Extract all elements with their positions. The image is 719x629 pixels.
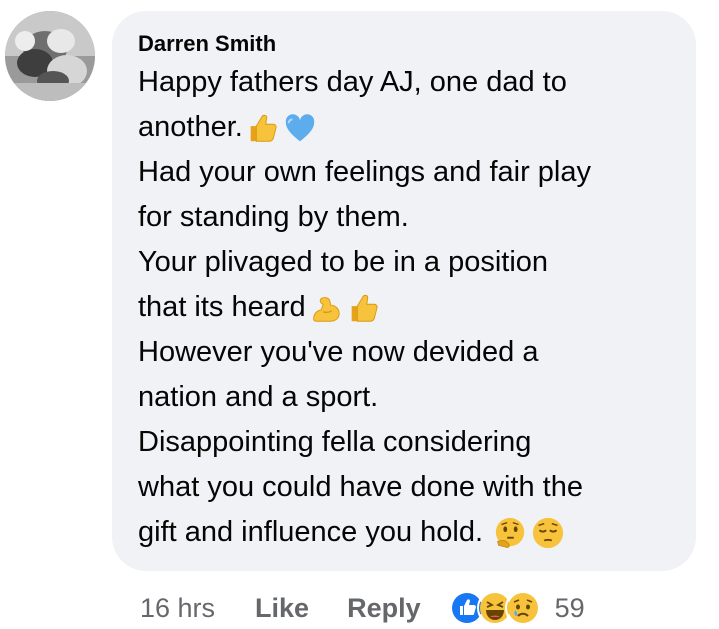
comment-line: Your plivaged to be in a position [138, 240, 672, 285]
comment-line-text: what you could have done with the [138, 471, 583, 503]
reply-button[interactable]: Reply [347, 593, 421, 624]
pensive-face-emoji [531, 516, 565, 550]
comment-line: Disappointing fella considering [138, 420, 672, 465]
avatar[interactable] [5, 11, 95, 101]
avatar-photo [5, 11, 95, 101]
comment-line: Had your own feelings and fair play [138, 150, 672, 195]
comment-actions: 16 hrs Like Reply 59 [140, 588, 585, 628]
comment-line-text: Your plivaged to be in a position [138, 246, 549, 278]
comment-line: what you could have done with the [138, 465, 672, 510]
blue-heart-emoji [283, 111, 317, 145]
comment-bubble: Darren Smith Happy fathers day AJ, one d… [112, 11, 696, 571]
thumbs-up-emoji [245, 111, 279, 145]
sad-reaction-icon [504, 590, 541, 626]
comment-line-text: nation and a sport. [138, 381, 379, 413]
reaction-count: 59 [554, 592, 585, 623]
comment-line: another. [138, 105, 672, 150]
reaction-icons [448, 590, 541, 626]
flexed-biceps-emoji [308, 291, 342, 325]
comment-line: for standing by them. [138, 195, 672, 240]
reaction-summary[interactable]: 59 [448, 590, 585, 626]
comment-timestamp[interactable]: 16 hrs [140, 593, 215, 624]
comment-body: Happy fathers day AJ, one dad to another.… [138, 60, 672, 555]
comment-line-text: Disappointing fella considering [138, 426, 532, 458]
comment-line-text: Had your own feelings and fair play [138, 156, 591, 188]
comment-line-text: Happy fathers day AJ, one dad to [138, 66, 567, 98]
thinking-face-emoji [493, 516, 527, 550]
comment-author[interactable]: Darren Smith [138, 30, 672, 58]
comment-line-text: for standing by them. [138, 201, 409, 233]
comment-line-text: another. [138, 111, 243, 143]
like-button[interactable]: Like [255, 593, 309, 624]
comment-line-text: However you've now devided a [138, 336, 539, 368]
comment-line: that its heard [138, 285, 672, 330]
comment-line-text: that its heard [138, 291, 306, 323]
comment-line: However you've now devided a [138, 330, 672, 375]
comment-line-text: gift and influence you hold. [138, 516, 492, 548]
comment-line: nation and a sport. [138, 375, 672, 420]
thumbs-up-emoji [346, 291, 380, 325]
comment-line: gift and influence you hold. [138, 510, 672, 555]
comment-line: Happy fathers day AJ, one dad to [138, 60, 672, 105]
